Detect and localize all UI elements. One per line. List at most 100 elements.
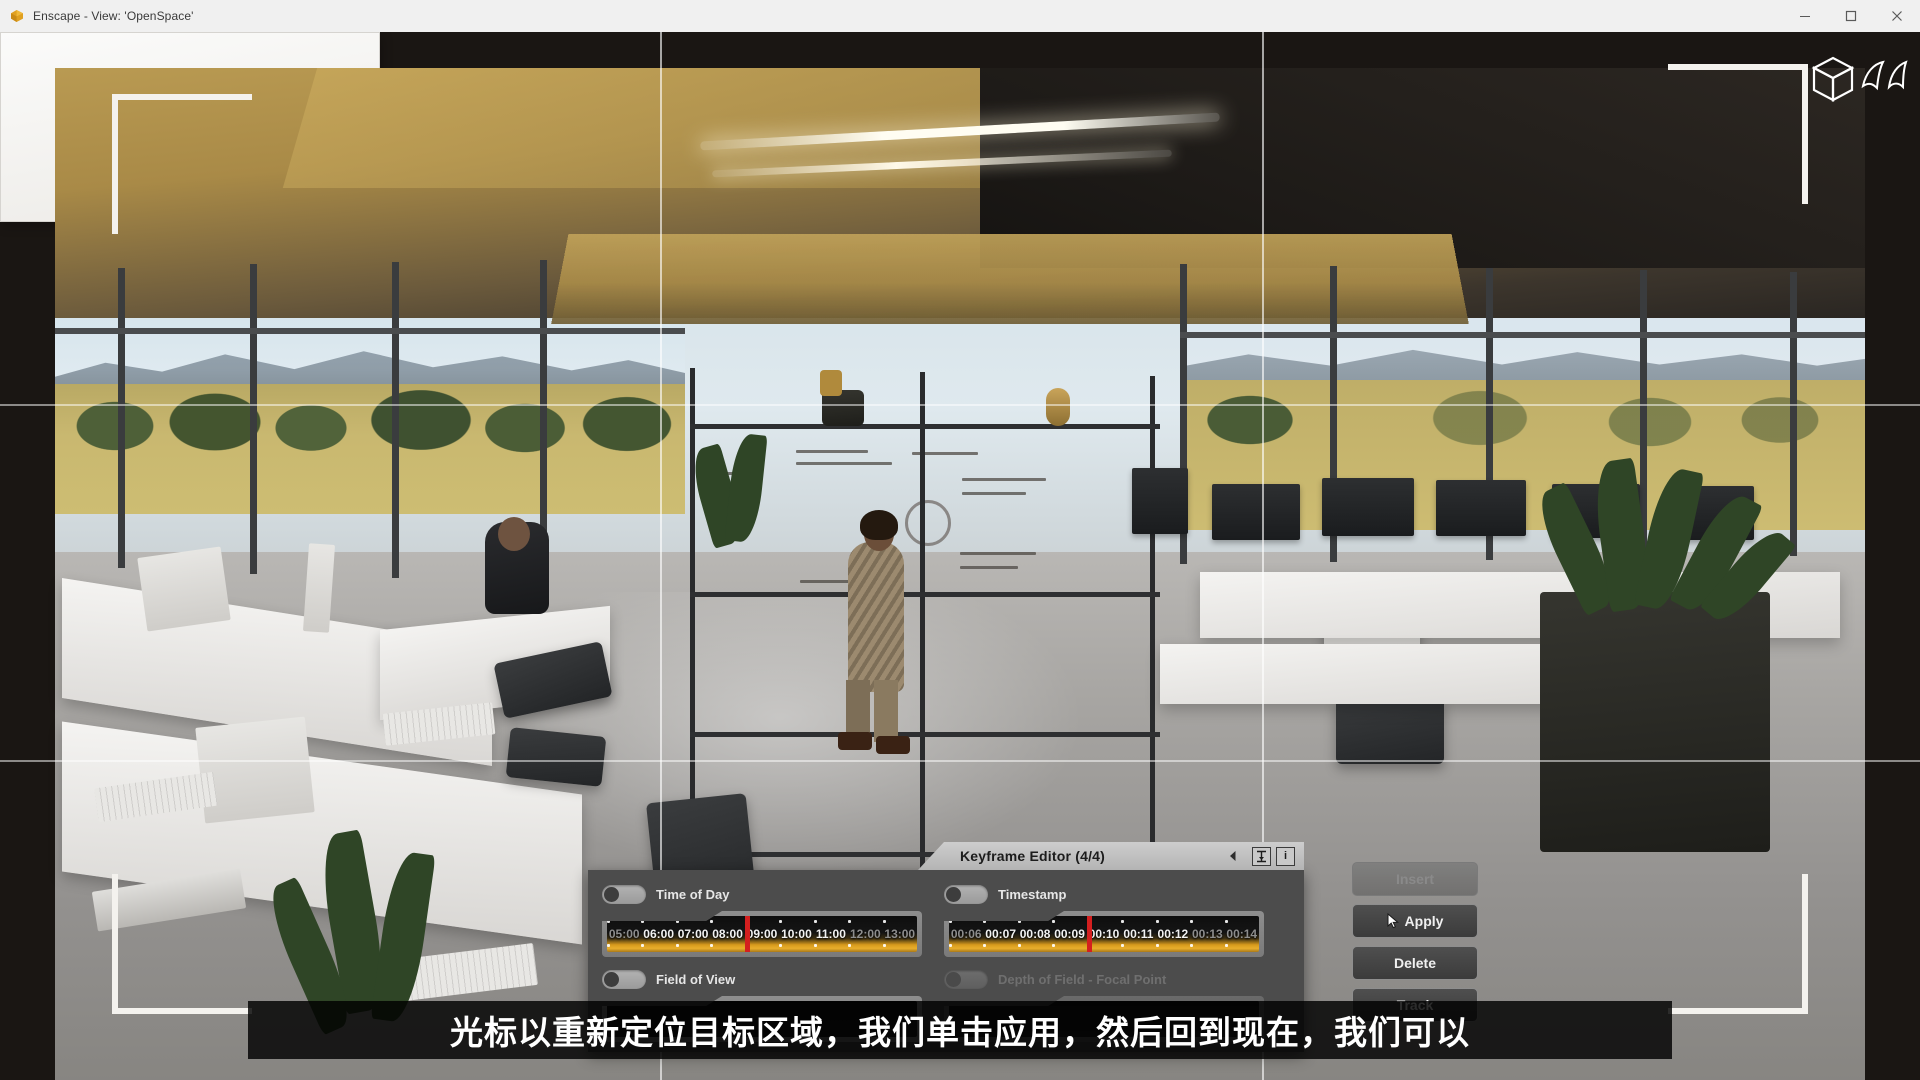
timestamp-slider[interactable]: 00:06 00:07 00:08 00:09 00:10 00:11 00:12 00:13…	[944, 911, 1264, 957]
keyframe-editor-title: Keyframe Editor (4/4)	[960, 848, 1106, 864]
timeline-tick	[949, 920, 952, 923]
timeline-tick	[1017, 920, 1021, 923]
scene-monitor	[1212, 484, 1300, 540]
time-of-day-timeline[interactable]: 05:00 06:00 07:00 08:00 09:00 10:00 11:00 12:00…	[607, 916, 917, 952]
time-of-day-toggle[interactable]	[602, 884, 646, 904]
scene-shelf-rail	[690, 424, 1160, 429]
scene-monitor	[1436, 480, 1526, 536]
scene-person-shoe	[876, 736, 910, 754]
depth-of-field-toggle[interactable]	[944, 969, 988, 989]
timeline-tick	[1052, 944, 1056, 947]
depth-of-field-row: Depth of Field - Focal Point	[944, 967, 1264, 991]
timeline-tick	[949, 944, 952, 947]
scene-person-shoe	[838, 732, 872, 750]
keyframe-target-icon[interactable]	[1252, 846, 1271, 866]
timeline-tick	[848, 944, 852, 947]
timeline-tick	[710, 944, 714, 947]
scene-trees-left	[55, 372, 685, 462]
timeline-tick	[1052, 920, 1056, 923]
timestamp-toggle[interactable]	[944, 884, 988, 904]
apply-button[interactable]: Apply	[1352, 904, 1478, 938]
timeline-tick	[675, 944, 679, 947]
keyframe-editor-header[interactable]: Keyframe Editor (4/4) i	[918, 842, 1304, 870]
timeline-tick-label: 13:00	[884, 927, 916, 941]
timeline-tick	[1121, 944, 1125, 947]
scene-shelf-post	[1150, 376, 1155, 846]
delete-button[interactable]: Delete	[1352, 946, 1478, 980]
window-title: Enscape - View: 'OpenSpace'	[33, 9, 194, 23]
insert-button[interactable]: Insert	[1352, 862, 1478, 896]
keyframe-marker[interactable]	[744, 916, 750, 952]
keyframe-editor-header-icons: i	[1252, 846, 1295, 866]
maximize-button[interactable]	[1828, 0, 1874, 32]
timeline-tick-label: 08:00	[712, 927, 743, 941]
scene-whiteboard-ink	[960, 552, 1036, 555]
timeline-tick-label: 00:10	[1088, 927, 1120, 941]
scene-trees-right	[1180, 370, 1865, 450]
timeline-tick	[1121, 920, 1125, 923]
time-of-day-slider[interactable]: 05:00 06:00 07:00 08:00 09:00 10:00 11:00 12:00…	[602, 911, 922, 957]
scene-person-leg	[846, 680, 870, 738]
scene-whiteboard-ink	[796, 462, 892, 465]
apply-button-label: Apply	[1404, 913, 1444, 929]
scene-person-standing	[848, 542, 904, 692]
timestamp-row: Timestamp	[944, 882, 1264, 906]
scene-mullion	[250, 264, 257, 574]
timeline-tick	[983, 920, 987, 923]
timeline-tick	[641, 920, 645, 923]
scene-monitor	[137, 546, 231, 632]
scene-chair	[505, 727, 607, 787]
scene-vase	[1046, 388, 1070, 426]
scene-whiteboard-diagram	[905, 500, 951, 546]
window-controls	[1782, 0, 1920, 32]
time-of-day-row: Time of Day	[602, 882, 922, 906]
scene-shelf-post	[920, 372, 925, 872]
timeline-tick-label: 00:12	[1157, 927, 1189, 941]
field-of-view-toggle[interactable]	[602, 969, 646, 989]
scene-vase	[820, 370, 842, 396]
scene-monitor	[1132, 468, 1188, 534]
time-of-day-label: Time of Day	[656, 886, 730, 902]
field-of-view-label: Field of View	[656, 971, 736, 987]
timeline-tick	[983, 944, 987, 947]
scene-monitor	[195, 716, 315, 824]
timeline-tick	[1155, 920, 1159, 923]
scene-transom	[55, 328, 685, 334]
keyframe-track-time-of-day: Time of Day 05:00 06:00 07:00 08:00 09:00 10:…	[602, 882, 922, 957]
mouse-cursor-icon	[1387, 912, 1400, 929]
timestamp-timeline[interactable]: 00:06 00:07 00:08 00:09 00:10 00:11 00:12 00:13…	[949, 916, 1259, 952]
timeline-tick	[779, 944, 783, 947]
chevron-left-icon[interactable]	[1224, 847, 1242, 865]
timeline-tick-label: 00:08	[1019, 927, 1051, 941]
timeline-tick-label: 00:07	[985, 927, 1017, 941]
timeline-tick-label: 11:00	[815, 927, 846, 941]
scene-whiteboard-ink	[960, 566, 1018, 569]
enscape-logo-icon	[9, 8, 25, 24]
scene-whiteboard-ink	[962, 478, 1046, 481]
minimize-button[interactable]	[1782, 0, 1828, 32]
depth-of-field-label: Depth of Field - Focal Point	[998, 971, 1167, 987]
field-of-view-row: Field of View	[602, 967, 922, 991]
keyframe-marker[interactable]	[1086, 916, 1092, 952]
scene-mullion	[118, 268, 125, 568]
timeline-tick	[813, 944, 817, 947]
timeline-tick-label: 05:00	[608, 927, 640, 941]
scene-person-leg	[874, 680, 898, 742]
delete-button-label: Delete	[1393, 955, 1437, 971]
scene-mullion	[392, 262, 399, 578]
timeline-tick-label: 00:11	[1123, 927, 1154, 941]
scene-transom	[1180, 332, 1865, 338]
timeline-tick-label: 00:06	[950, 927, 982, 941]
wings-icon[interactable]	[1858, 56, 1914, 103]
close-button[interactable]	[1874, 0, 1920, 32]
scene-chair	[1336, 698, 1444, 764]
timeline-tick	[710, 920, 714, 923]
keyframe-track-timestamp: Timestamp 00:06 00:07 00:08 00:09 00:10 00:11…	[944, 882, 1264, 957]
scene-whiteboard-ink	[962, 492, 1026, 495]
info-icon[interactable]: i	[1276, 846, 1295, 866]
scene-planter	[1540, 592, 1770, 852]
timeline-tick	[1190, 920, 1194, 923]
timeline-tick	[848, 920, 852, 923]
timeline-tick	[779, 920, 783, 923]
timeline-tick	[882, 920, 886, 923]
